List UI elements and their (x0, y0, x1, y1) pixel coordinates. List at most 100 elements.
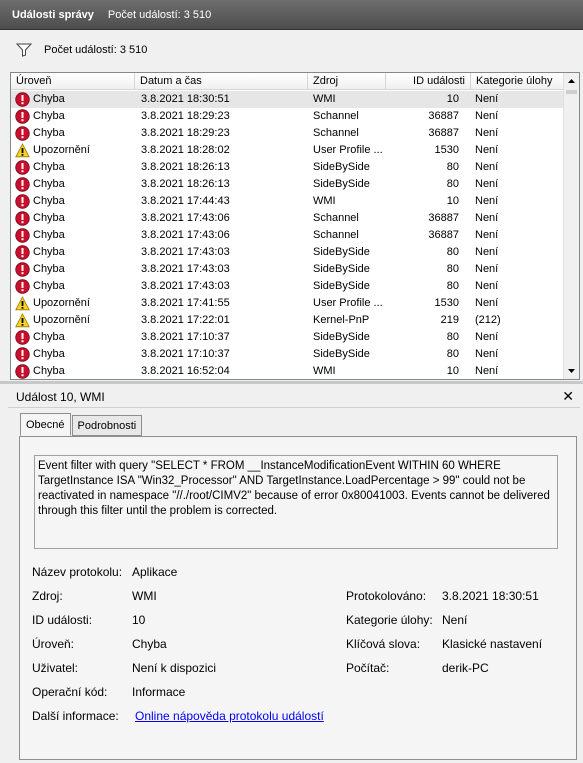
cell-datetime: 3.8.2021 18:29:23 (141, 110, 230, 122)
level-text: Chyba (33, 178, 65, 190)
warning-icon (15, 143, 30, 158)
level-text: Chyba (33, 229, 65, 241)
log-name-value: Aplikace (132, 565, 178, 579)
table-row[interactable]: Chyba 3.8.2021 17:10:37 SideBySide 80 Není (11, 329, 565, 346)
cell-datetime: 3.8.2021 17:44:43 (141, 195, 230, 207)
error-icon (15, 109, 30, 124)
scroll-up-arrow-icon (568, 79, 575, 83)
level-text: Chyba (33, 348, 65, 360)
scroll-thumb[interactable] (566, 90, 577, 94)
error-icon (15, 262, 30, 277)
cell-task-category: Není (475, 246, 499, 258)
error-icon (15, 330, 30, 345)
warning-icon (15, 313, 30, 328)
scroll-up-button[interactable] (564, 73, 579, 89)
error-icon (15, 92, 30, 107)
online-help-link[interactable]: Online nápověda protokolu událostí (135, 709, 324, 723)
error-icon (15, 347, 30, 362)
tab-general[interactable]: Obecné (20, 413, 71, 436)
level-text: Chyba (33, 331, 65, 343)
cell-level: Chyba (11, 125, 135, 142)
table-row[interactable]: Chyba 3.8.2021 17:43:03 SideBySide 80 Není (11, 244, 565, 261)
table-row[interactable]: Chyba 3.8.2021 18:29:23 Schannel 36887 Není (11, 125, 565, 142)
table-row[interactable]: Upozornění 3.8.2021 18:28:02 User Profile … (11, 142, 565, 159)
error-icon (15, 228, 30, 243)
table-row[interactable]: Chyba 3.8.2021 17:43:03 SideBySide 80 Není (11, 278, 565, 295)
cell-datetime: 3.8.2021 17:43:03 (141, 280, 230, 292)
table-row[interactable]: Chyba 3.8.2021 17:43:03 SideBySide 80 Není (11, 261, 565, 278)
table-row[interactable]: Chyba 3.8.2021 17:43:06 Schannel 36887 Není (11, 210, 565, 227)
level-text: Upozornění (33, 297, 90, 309)
table-row[interactable]: Upozornění 3.8.2021 17:22:01 Kernel-PnP 219… (11, 312, 565, 329)
cell-event-id: 80 (446, 161, 459, 173)
column-header-event-id[interactable]: ID události (386, 73, 471, 90)
opcode-label: Operační kód: (32, 685, 108, 699)
cell-event-id: 80 (446, 348, 459, 360)
level-text: Chyba (33, 263, 65, 275)
grid-vertical-scrollbar[interactable] (563, 73, 579, 379)
table-row[interactable]: Chyba 3.8.2021 18:26:13 SideBySide 80 Není (11, 176, 565, 193)
table-row[interactable]: Chyba 3.8.2021 18:30:51 WMI 10 Není (11, 91, 565, 108)
cell-datetime: 3.8.2021 18:29:23 (141, 127, 230, 139)
level-text: Chyba (33, 365, 65, 377)
cell-datetime: 3.8.2021 17:43:03 (141, 246, 230, 258)
error-icon (15, 245, 30, 260)
cell-event-id: 36887 (428, 127, 459, 139)
cell-level: Upozornění (11, 142, 135, 159)
cell-level: Chyba (11, 108, 135, 125)
table-row[interactable]: Chyba 3.8.2021 17:10:37 SideBySide 80 Není (11, 346, 565, 363)
cell-level: Chyba (11, 244, 135, 261)
cell-level: Chyba (11, 91, 135, 108)
cell-level: Chyba (11, 278, 135, 295)
level-text: Chyba (33, 212, 65, 224)
grid-header: Úroveň Datum a čas Zdroj ID události Kat… (11, 73, 565, 90)
detail-tabs: Obecné Podrobnosti (20, 413, 143, 436)
filter-icon[interactable] (16, 43, 32, 57)
cell-event-id: 80 (446, 331, 459, 343)
cell-level: Chyba (11, 261, 135, 278)
error-icon (15, 177, 30, 192)
events-grid[interactable]: Úroveň Datum a čas Zdroj ID události Kat… (10, 72, 580, 380)
table-row[interactable]: Chyba 3.8.2021 16:52:04 WMI 10 Není (11, 363, 565, 379)
detail-header: Událost 10, WMI ✕ (8, 386, 580, 408)
cell-event-id: 219 (440, 314, 459, 326)
cell-event-id: 36887 (428, 212, 459, 224)
level-text: Chyba (33, 195, 65, 207)
user-value: Není k dispozici (132, 661, 217, 675)
cell-source: Schannel (313, 110, 359, 122)
cell-event-id: 36887 (428, 229, 459, 241)
cell-source: Schannel (313, 212, 359, 224)
scroll-down-button[interactable] (564, 363, 579, 379)
column-header-level[interactable]: Úroveň (11, 73, 135, 90)
cell-datetime: 3.8.2021 16:52:04 (141, 365, 230, 377)
cell-level: Chyba (11, 346, 135, 363)
scroll-down-arrow-icon (568, 369, 575, 373)
column-header-task-category[interactable]: Kategorie úlohy (471, 73, 565, 90)
level-text: Upozornění (33, 144, 90, 156)
column-header-source[interactable]: Zdroj (308, 73, 386, 90)
table-row[interactable]: Chyba 3.8.2021 17:44:43 WMI 10 Není (11, 193, 565, 210)
event-description[interactable]: Event filter with query "SELECT * FROM _… (34, 455, 558, 549)
cell-source: WMI (313, 365, 336, 377)
error-icon (15, 279, 30, 294)
cell-level: Upozornění (11, 295, 135, 312)
cell-task-category: Není (475, 365, 499, 377)
cell-event-id: 80 (446, 263, 459, 275)
cell-source: SideBySide (313, 331, 370, 343)
table-row[interactable]: Chyba 3.8.2021 17:43:06 Schannel 36887 Není (11, 227, 565, 244)
close-icon[interactable]: ✕ (562, 388, 574, 405)
cell-task-category: Není (475, 280, 499, 292)
cell-level: Chyba (11, 210, 135, 227)
table-row[interactable]: Chyba 3.8.2021 18:29:23 Schannel 36887 Není (11, 108, 565, 125)
table-row[interactable]: Chyba 3.8.2021 18:26:13 SideBySide 80 Není (11, 159, 565, 176)
cell-event-id: 1530 (434, 144, 459, 156)
column-header-datetime[interactable]: Datum a čas (135, 73, 308, 90)
cell-source: WMI (313, 93, 336, 105)
pane-splitter[interactable] (0, 381, 583, 384)
tab-details[interactable]: Podrobnosti (71, 415, 143, 436)
table-row[interactable]: Upozornění 3.8.2021 17:41:55 User Profile … (11, 295, 565, 312)
cell-task-category: Není (475, 195, 499, 207)
cell-event-id: 1530 (434, 297, 459, 309)
level-text: Upozornění (33, 314, 90, 326)
filter-bar: Počet událostí: 3 510 (0, 30, 583, 70)
